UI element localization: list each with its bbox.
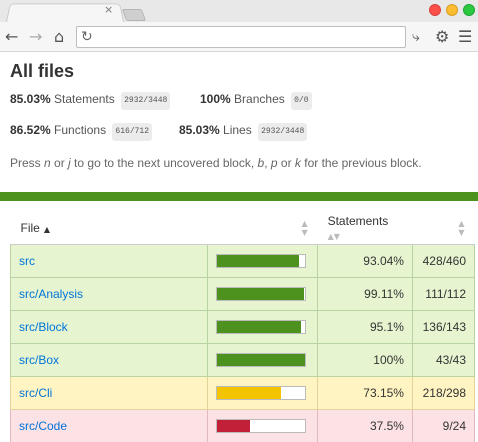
statements-abs-cell: 218/298: [411, 375, 476, 410]
statements-pct-cell: 73.15%: [317, 375, 413, 410]
table-header-row: File ▲ ▲ ▼ Statements ▲▼ ▲ ▼: [10, 213, 475, 245]
sort-icon: ▲▼: [458, 219, 465, 238]
coverage-bar-fill: [217, 386, 282, 399]
stat-label: Branches: [234, 92, 285, 106]
coverage-chart-cell: [207, 309, 319, 344]
file-cell: src/Analysis: [9, 276, 209, 311]
stat-fraction: 2932/3448: [121, 92, 171, 110]
statements-pct-cell: 100%: [317, 342, 413, 377]
file-cell: src/Block: [9, 309, 209, 344]
sort-ascending-icon: ▲: [43, 225, 50, 235]
gear-icon[interactable]: ⚙: [435, 27, 449, 47]
coverage-chart-cell: [207, 243, 319, 278]
file-cell: src/Box: [9, 342, 209, 377]
table-row: src/Cli 73.15% 218/298: [9, 375, 476, 410]
table-row: src 93.04% 428/460: [9, 243, 476, 278]
table-row: src/Code 37.5% 9/24: [9, 408, 476, 442]
keyboard-hint: Press n or j to go to the next uncovered…: [10, 156, 422, 170]
statements-pct-cell: 37.5%: [317, 408, 413, 442]
stat-lines: 85.03% Lines 2932/3448: [179, 122, 308, 141]
coverage-chart-cell: [207, 408, 319, 442]
file-link[interactable]: src: [19, 254, 35, 268]
column-header-statements-abs[interactable]: ▲ ▼: [412, 213, 475, 245]
statements-pct-cell: 93.04%: [317, 243, 413, 278]
statements-pct-cell: 99.11%: [317, 276, 413, 311]
coverage-bar: [216, 418, 307, 433]
file-cell: src/Cli: [9, 375, 209, 410]
statements-abs-cell: 428/460: [411, 243, 476, 278]
reload-icon[interactable]: ↻: [81, 28, 93, 46]
file-link[interactable]: src/Analysis: [19, 287, 83, 301]
coverage-status-bar: [0, 192, 478, 201]
sort-icon: ▲▼: [301, 219, 308, 238]
coverage-table: File ▲ ▲ ▼ Statements ▲▼ ▲ ▼ src 93.04% 428/4…: [9, 213, 476, 442]
coverage-bar-fill: [217, 254, 299, 267]
menu-icon[interactable]: ☰: [458, 27, 472, 47]
coverage-report: All files 85.03% Statements 2932/3448 10…: [0, 53, 478, 442]
stat-pct: 100%: [200, 92, 231, 106]
share-icon[interactable]: ⤷: [412, 27, 420, 47]
forward-arrow-icon[interactable]: →: [29, 27, 42, 47]
browser-toolbar: ← → ⌂ ↻ ⤷ ⚙ ☰: [0, 22, 478, 52]
new-tab-button[interactable]: [121, 9, 147, 21]
table-row: src/Block 95.1% 136/143: [9, 309, 476, 344]
file-link[interactable]: src/Box: [19, 353, 59, 367]
coverage-chart-cell: [207, 375, 319, 410]
coverage-bar: [216, 319, 307, 334]
stat-statements: 85.03% Statements 2932/3448: [10, 91, 171, 110]
table-row: src/Box 100% 43/43: [9, 342, 476, 377]
window-minimize-button[interactable]: [446, 4, 458, 16]
statements-pct-cell: 95.1%: [317, 309, 413, 344]
file-link[interactable]: src/Code: [19, 419, 67, 433]
page-title: All files: [10, 61, 75, 81]
stat-fraction: 2932/3448: [258, 123, 308, 141]
file-link[interactable]: src/Block: [19, 320, 68, 334]
stat-branches: 100% Branches 0/0: [200, 91, 312, 110]
table-row: src/Analysis 99.11% 111/112: [9, 276, 476, 311]
column-header-file[interactable]: File ▲: [10, 213, 208, 245]
stat-label: Functions: [54, 123, 107, 137]
coverage-bar-fill: [217, 419, 251, 432]
sort-icon: ▲▼: [327, 232, 340, 242]
coverage-chart-cell: [207, 276, 319, 311]
stat-pct: 85.03%: [10, 92, 51, 106]
file-cell: src/Code: [9, 408, 209, 442]
column-header-chart[interactable]: ▲ ▼: [207, 213, 318, 245]
home-icon[interactable]: ⌂: [54, 27, 64, 47]
close-icon[interactable]: ×: [104, 4, 113, 16]
address-bar[interactable]: ↻: [76, 26, 406, 48]
stat-label: Lines: [223, 123, 252, 137]
coverage-bar-fill: [217, 353, 306, 366]
coverage-bar: [216, 253, 307, 268]
coverage-bar: [216, 286, 307, 301]
stat-fraction: 0/0: [291, 92, 312, 110]
window-maximize-button[interactable]: [463, 4, 475, 16]
column-header-statements[interactable]: Statements ▲▼: [317, 213, 413, 245]
stat-label: Statements: [54, 92, 115, 106]
file-cell: src: [9, 243, 209, 278]
coverage-bar-fill: [217, 287, 305, 300]
coverage-chart-cell: [207, 342, 319, 377]
stat-fraction: 616/712: [112, 123, 153, 141]
tab-strip: ×: [0, 0, 478, 22]
coverage-bar-fill: [217, 320, 301, 333]
back-arrow-icon[interactable]: ←: [5, 27, 18, 47]
statements-abs-cell: 9/24: [411, 408, 476, 442]
statements-abs-cell: 43/43: [411, 342, 476, 377]
statements-abs-cell: 111/112: [411, 276, 476, 311]
stat-functions: 86.52% Functions 616/712: [10, 122, 153, 141]
window-close-button[interactable]: [429, 4, 441, 16]
file-link[interactable]: src/Cli: [19, 386, 52, 400]
stat-pct: 85.03%: [179, 123, 220, 137]
coverage-bar: [216, 352, 307, 367]
coverage-bar: [216, 385, 307, 400]
stat-pct: 86.52%: [10, 123, 51, 137]
statements-abs-cell: 136/143: [411, 309, 476, 344]
